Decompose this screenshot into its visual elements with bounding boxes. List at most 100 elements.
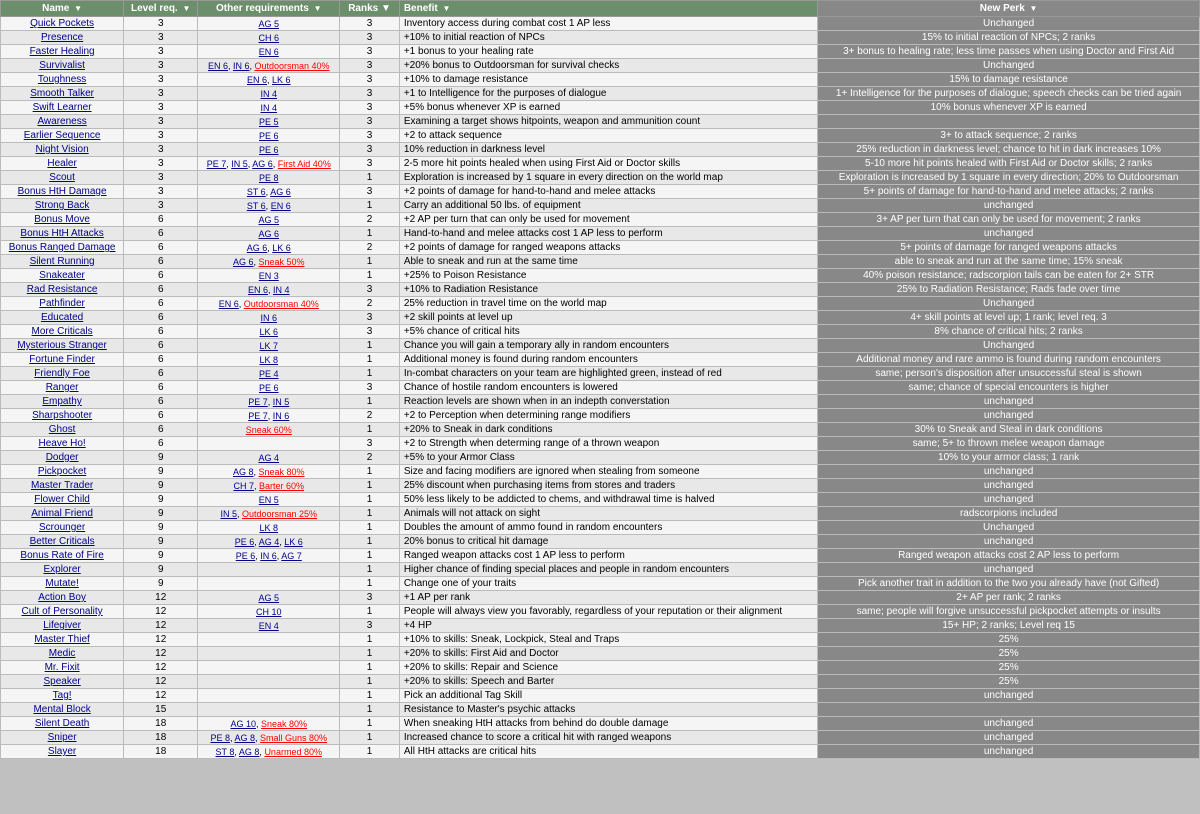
perk-name-link[interactable]: Mental Block [33, 704, 90, 715]
perk-name-link[interactable]: Animal Friend [31, 508, 93, 519]
perk-name-link[interactable]: Bonus Rate of Fire [20, 550, 103, 561]
cell-other: PE 6, IN 6, AG 7 [198, 549, 340, 563]
perk-name-link[interactable]: More Criticals [32, 326, 93, 337]
cell-name: Explorer [1, 563, 124, 577]
table-row: Bonus HtH Damage3ST 6, AG 63+2 points of… [1, 185, 1200, 199]
perk-name-link[interactable]: Master Thief [34, 634, 89, 645]
cell-benefit: 20% bonus to critical hit damage [399, 535, 817, 549]
perk-name-link[interactable]: Mysterious Stranger [17, 340, 106, 351]
cell-newperk: 5+ points of damage for ranged weapons a… [818, 241, 1200, 255]
cell-level: 12 [124, 661, 198, 675]
perk-name-link[interactable]: Mr. Fixit [45, 662, 80, 673]
cell-ranks: 1 [340, 549, 400, 563]
perk-name-link[interactable]: Bonus Ranged Damage [9, 242, 116, 253]
cell-newperk: 15% to initial reaction of NPCs; 2 ranks [818, 31, 1200, 45]
header-other[interactable]: Other requirements ▼ [198, 1, 340, 17]
perk-name-link[interactable]: Silent Death [35, 718, 89, 729]
cell-name: Empathy [1, 395, 124, 409]
perk-name-link[interactable]: Speaker [43, 676, 80, 687]
perk-name-link[interactable]: Silent Running [30, 256, 95, 267]
perk-name-link[interactable]: Swift Learner [33, 102, 92, 113]
perk-name-link[interactable]: Bonus HtH Damage [18, 186, 107, 197]
table-row: Rad Resistance6EN 6, IN 43+10% to Radiat… [1, 283, 1200, 297]
cell-level: 6 [124, 283, 198, 297]
perk-name-link[interactable]: Lifegiver [43, 620, 81, 631]
perk-name-link[interactable]: Bonus HtH Attacks [20, 228, 103, 239]
cell-ranks: 1 [340, 647, 400, 661]
perk-name-link[interactable]: Earlier Sequence [24, 130, 101, 141]
perk-name-link[interactable]: Bonus Move [34, 214, 90, 225]
cell-level: 6 [124, 255, 198, 269]
perk-name-link[interactable]: Cult of Personality [22, 606, 103, 617]
perk-name-link[interactable]: Survivalist [39, 60, 85, 71]
cell-name: Animal Friend [1, 507, 124, 521]
cell-level: 3 [124, 115, 198, 129]
perk-name-link[interactable]: Quick Pockets [30, 18, 94, 29]
cell-name: Night Vision [1, 143, 124, 157]
perk-name-link[interactable]: Master Trader [31, 480, 93, 491]
cell-level: 9 [124, 563, 198, 577]
cell-ranks: 3 [340, 283, 400, 297]
perk-name-link[interactable]: Faster Healing [30, 46, 95, 57]
perk-name-link[interactable]: Sharpshooter [32, 410, 92, 421]
perk-name-link[interactable]: Mutate! [45, 578, 78, 589]
perk-name-link[interactable]: Healer [47, 158, 76, 169]
perk-name-link[interactable]: Empathy [42, 396, 81, 407]
cell-name: Better Criticals [1, 535, 124, 549]
perk-name-link[interactable]: Smooth Talker [30, 88, 94, 99]
cell-level: 6 [124, 381, 198, 395]
perk-name-link[interactable]: Rad Resistance [27, 284, 98, 295]
perk-name-link[interactable]: Scout [49, 172, 75, 183]
cell-other: EN 6, Outdoorsman 40% [198, 297, 340, 311]
perk-name-link[interactable]: Dodger [46, 452, 79, 463]
perk-name-link[interactable]: Better Criticals [30, 536, 95, 547]
perk-name-link[interactable]: Night Vision [36, 144, 89, 155]
cell-name: Scrounger [1, 521, 124, 535]
perk-name-link[interactable]: Explorer [43, 564, 80, 575]
perk-name-link[interactable]: Medic [49, 648, 76, 659]
perk-name-link[interactable]: Action Boy [38, 592, 86, 603]
perk-name-link[interactable]: Ghost [49, 424, 76, 435]
perk-name-link[interactable]: Ranger [46, 382, 79, 393]
cell-ranks: 3 [340, 437, 400, 451]
perk-name-link[interactable]: Educated [41, 312, 83, 323]
perk-name-link[interactable]: Pathfinder [39, 298, 85, 309]
cell-other: AG 5 [198, 591, 340, 605]
header-name[interactable]: Name ▼ [1, 1, 124, 17]
cell-name: Mr. Fixit [1, 661, 124, 675]
perk-name-link[interactable]: Pickpocket [38, 466, 86, 477]
perk-name-link[interactable]: Slayer [48, 746, 76, 757]
cell-ranks: 1 [340, 507, 400, 521]
perk-name-link[interactable]: Snakeater [39, 270, 85, 281]
cell-name: Quick Pockets [1, 17, 124, 31]
cell-name: Friendly Foe [1, 367, 124, 381]
perk-name-link[interactable]: Toughness [38, 74, 86, 85]
header-level[interactable]: Level req. ▼ [124, 1, 198, 17]
cell-benefit: +10% to skills: Sneak, Lockpick, Steal a… [399, 633, 817, 647]
cell-ranks: 1 [340, 423, 400, 437]
header-newperk[interactable]: New Perk ▼ [818, 1, 1200, 17]
perk-name-link[interactable]: Fortune Finder [29, 354, 95, 365]
header-ranks[interactable]: Ranks ▼ [340, 1, 400, 17]
cell-level: 6 [124, 353, 198, 367]
perk-name-link[interactable]: Scrounger [39, 522, 85, 533]
cell-other: CH 10 [198, 605, 340, 619]
cell-benefit: 2-5 more hit points healed when using Fi… [399, 157, 817, 171]
perk-name-link[interactable]: Friendly Foe [34, 368, 90, 379]
header-benefit[interactable]: Benefit ▼ [399, 1, 817, 17]
perk-name-link[interactable]: Sniper [48, 732, 77, 743]
cell-benefit: +1 to Intelligence for the purposes of d… [399, 87, 817, 101]
perk-name-link[interactable]: Strong Back [35, 200, 89, 211]
perk-name-link[interactable]: Flower Child [34, 494, 90, 505]
perk-name-link[interactable]: Presence [41, 32, 83, 43]
perk-name-link[interactable]: Tag! [53, 690, 72, 701]
perk-name-link[interactable]: Awareness [37, 116, 86, 127]
table-row: Educated6IN 63+2 skill points at level u… [1, 311, 1200, 325]
cell-name: Strong Back [1, 199, 124, 213]
cell-other: CH 7, Barter 60% [198, 479, 340, 493]
table-row: Action Boy12AG 53+1 AP per rank2+ AP per… [1, 591, 1200, 605]
cell-name: Bonus HtH Attacks [1, 227, 124, 241]
perk-name-link[interactable]: Heave Ho! [38, 438, 85, 449]
cell-level: 3 [124, 185, 198, 199]
cell-newperk: unchanged [818, 535, 1200, 549]
